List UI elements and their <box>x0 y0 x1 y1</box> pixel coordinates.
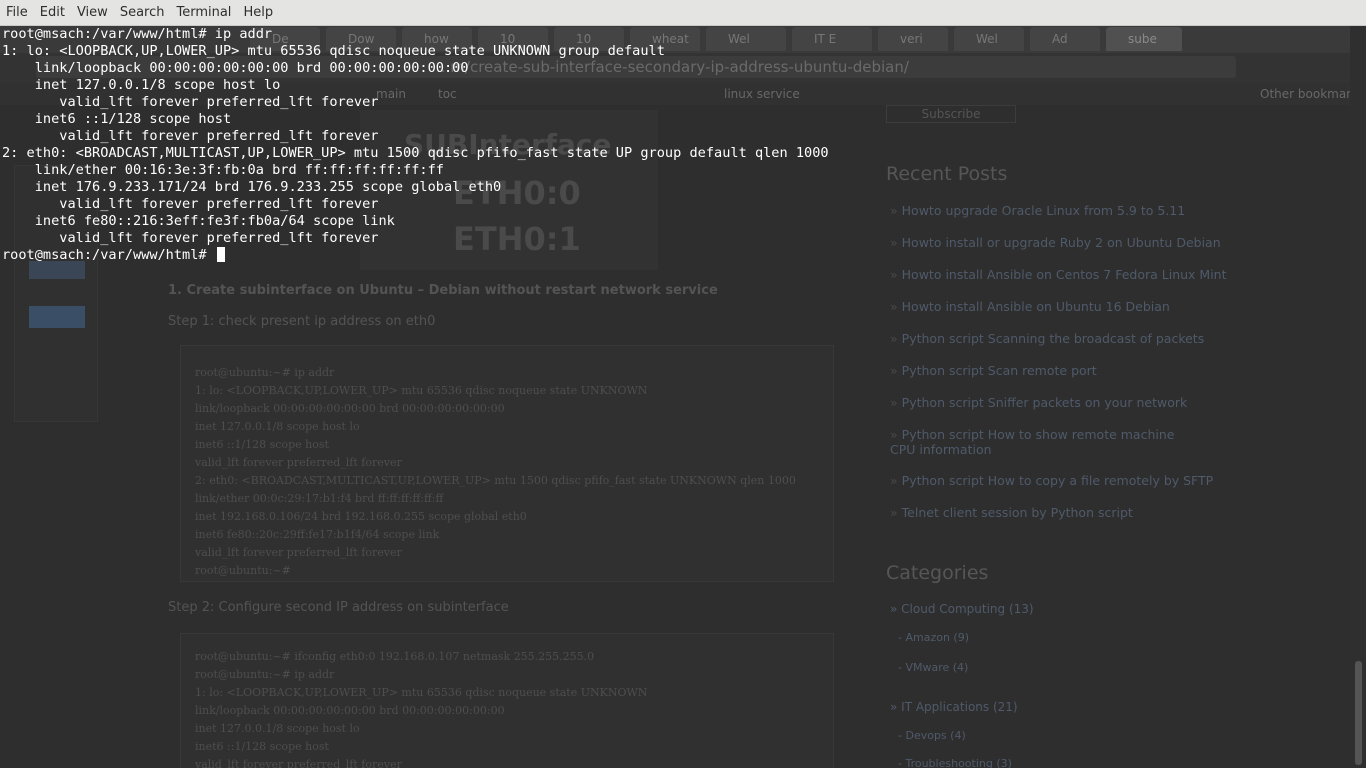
recent-post-link[interactable]: » Howto upgrade Oracle Linux from 5.9 to … <box>890 203 1185 218</box>
code-line: link/ether 00:0c:29:17:b1:f4 brd ff:ff:f… <box>195 492 444 505</box>
bookmark-item[interactable]: main <box>376 83 406 105</box>
terminal-menubar: File Edit View Search Terminal Help <box>0 0 1366 26</box>
code-line: valid_lft forever preferred_lft forever <box>195 456 402 469</box>
recent-post-link[interactable]: » Python script Scan remote port <box>890 363 1097 378</box>
subcategory-link[interactable]: - Amazon (9) <box>898 631 969 644</box>
code-line: root@ubuntu:~# ip addr <box>195 668 335 681</box>
subcategory-link[interactable]: - Devops (4) <box>898 729 966 742</box>
category-link[interactable]: » Cloud Computing (13) <box>890 602 1034 616</box>
category-link[interactable]: » IT Applications (21) <box>890 700 1018 714</box>
recent-post-link[interactable]: » Telnet client session by Python script <box>890 505 1133 520</box>
banner-line: ETH0:1 <box>453 220 581 258</box>
recent-post-link[interactable]: » Python script Sniffer packets on your n… <box>890 395 1187 410</box>
bookmarks-bar: main toc linux service Other bookmarks <box>0 83 1366 105</box>
code-line: inet6 ::1/128 scope host <box>195 740 329 753</box>
browser-tab[interactable]: Ad <box>1030 27 1100 51</box>
code-line: valid_lft forever preferred_lft forever <box>195 758 402 768</box>
menu-help[interactable]: Help <box>237 0 279 25</box>
browser-tab[interactable]: how <box>402 27 472 51</box>
browser-tab[interactable]: wheat <box>630 27 700 51</box>
code-line: inet 127.0.0.1/8 scope host lo <box>195 722 360 735</box>
browser-tab[interactable]: Wel <box>706 27 786 51</box>
terminal-scrollbar[interactable] <box>1350 25 1366 768</box>
article-banner: SUBInterface ETH0:0 ETH0:1 <box>360 110 658 270</box>
recent-post-link[interactable]: » Python script Scanning the broadcast of… <box>890 331 1204 346</box>
banner-line: ETH0:0 <box>453 174 581 212</box>
recent-post-link[interactable]: » Howto install Ansible on Centos 7 Fedor… <box>890 267 1227 282</box>
menu-search[interactable]: Search <box>114 0 171 25</box>
code-line: inet6 fe80::20c:29ff:fe17:b1f4/64 scope … <box>195 528 440 541</box>
browser-tab[interactable]: Wel <box>954 27 1024 51</box>
browser-tab[interactable]: 10 <box>478 27 548 51</box>
code-line: inet 192.168.0.106/24 brd 192.168.0.255 … <box>195 510 527 523</box>
browser-tab[interactable]: IT E <box>792 27 872 51</box>
subcategory-link[interactable]: - Troubleshooting (3) <box>898 757 1012 768</box>
code-line: root@ubuntu:~# ifconfig eth0:0 192.168.0… <box>195 650 595 663</box>
code-line: 2: eth0: <BROADCAST,MULTICAST,UP,LOWER_U… <box>195 474 796 487</box>
recent-post-link[interactable]: » Python script How to copy a file remote… <box>890 473 1213 488</box>
bookmark-item[interactable]: Other bookmarks <box>1260 83 1364 105</box>
browser-page-content: SUBInterface ETH0:0 ETH0:1 1. Create sub… <box>0 105 1350 768</box>
recent-post-link[interactable]: » Howto install or upgrade Ruby 2 on Ubun… <box>890 235 1221 250</box>
share-button[interactable] <box>29 306 85 328</box>
menu-file[interactable]: File <box>0 0 34 25</box>
code-line: root@ubuntu:~# ip addr <box>195 366 335 379</box>
recent-posts-heading: Recent Posts <box>886 163 1008 185</box>
browser-tab[interactable]: Dow <box>326 27 396 51</box>
subcategory-link[interactable]: - VMware (4) <box>898 661 968 674</box>
scrollbar-thumb[interactable] <box>1355 661 1362 765</box>
article-step: Step 2: Configure second IP address on s… <box>168 600 509 615</box>
browser-address-bar: ...m/create-sub-interface-secondary-ip-a… <box>0 53 1366 83</box>
code-line: 1: lo: <LOOPBACK,UP,LOWER_UP> mtu 65536 … <box>195 686 648 699</box>
url-field[interactable]: ...m/create-sub-interface-secondary-ip-a… <box>36 56 1236 78</box>
bookmark-item[interactable]: toc <box>438 83 457 105</box>
bookmark-item[interactable]: linux service <box>724 83 800 105</box>
background-browser-window: De Dow how 10 10 wheat Wel IT E veri Wel… <box>0 25 1366 768</box>
code-line: valid_lft forever preferred_lft forever <box>195 546 402 559</box>
banner-title: SUBInterface <box>404 128 612 161</box>
share-button[interactable] <box>29 261 85 279</box>
code-line: inet6 ::1/128 scope host <box>195 438 329 451</box>
browser-tabstrip: De Dow how 10 10 wheat Wel IT E veri Wel… <box>0 25 1366 53</box>
share-widget <box>14 165 98 422</box>
categories-heading: Categories <box>886 562 989 584</box>
recent-post-link[interactable]: » Howto install Ansible on Ubuntu 16 Debi… <box>890 299 1170 314</box>
menu-edit[interactable]: Edit <box>34 0 71 25</box>
code-block: root@ubuntu:~# ip addr 1: lo: <LOOPBACK,… <box>180 345 834 582</box>
article-heading: 1. Create subinterface on Ubuntu – Debia… <box>168 283 718 298</box>
code-line: link/loopback 00:00:00:00:00:00 brd 00:0… <box>195 704 505 717</box>
menu-terminal[interactable]: Terminal <box>170 0 237 25</box>
code-line: root@ubuntu:~# <box>195 564 291 577</box>
code-line: link/loopback 00:00:00:00:00:00 brd 00:0… <box>195 402 505 415</box>
browser-tab[interactable]: 10 <box>554 27 624 51</box>
browser-tab-active[interactable]: sube <box>1106 27 1182 51</box>
recent-post-link[interactable]: » Python script How to show remote machin… <box>890 427 1190 457</box>
code-block: root@ubuntu:~# ifconfig eth0:0 192.168.0… <box>180 633 834 768</box>
code-line: inet 127.0.0.1/8 scope host lo <box>195 420 360 433</box>
subscribe-button[interactable]: Subscribe <box>886 105 1016 123</box>
code-line: 1: lo: <LOOPBACK,UP,LOWER_UP> mtu 65536 … <box>195 384 648 397</box>
browser-tab[interactable]: De <box>250 27 320 51</box>
browser-tab[interactable]: veri <box>878 27 948 51</box>
article-step: Step 1: check present ip address on eth0 <box>168 314 436 329</box>
menu-view[interactable]: View <box>71 0 114 25</box>
